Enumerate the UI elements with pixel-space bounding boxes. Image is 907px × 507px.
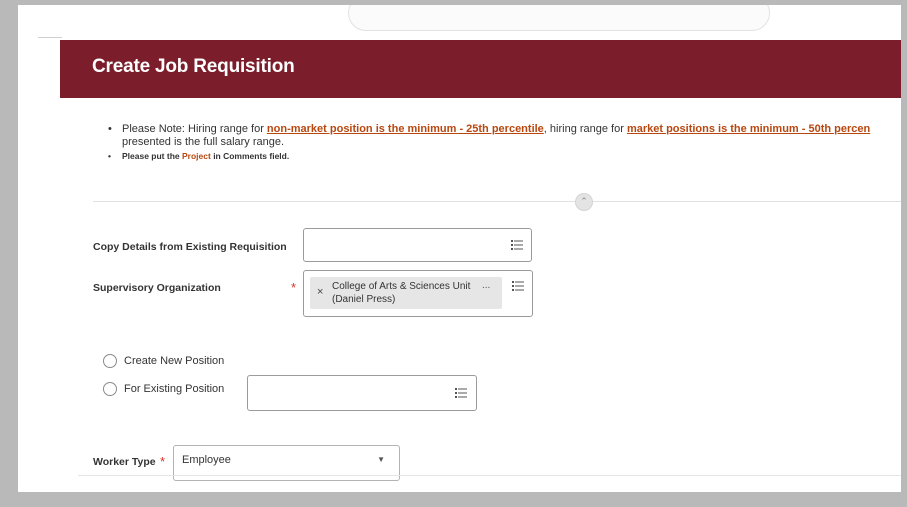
note-text: Please Note: Hiring range for — [122, 123, 267, 135]
note-project: Please put the Project in Comments field… — [108, 150, 898, 163]
copy-details-label: Copy Details from Existing Requisition — [93, 241, 287, 253]
copy-details-input[interactable] — [303, 228, 532, 262]
top-search-bar[interactable] — [348, 5, 770, 31]
divider — [38, 37, 62, 38]
existing-position-input[interactable] — [247, 375, 477, 411]
worker-type-value: Employee — [182, 454, 231, 466]
chevron-up-icon[interactable]: ⌃ — [575, 193, 593, 211]
note-hiring-range: Please Note: Hiring range for non-market… — [108, 123, 898, 149]
worker-type-label: Worker Type — [93, 456, 156, 468]
chip-label: College of Arts & Sciences Unit (Daniel … — [332, 281, 471, 305]
selected-org-chip[interactable]: × College of Arts & Sciences Unit (Danie… — [310, 277, 502, 309]
existing-position-radio[interactable] — [103, 382, 117, 396]
non-market-link[interactable]: non-market position is the minimum - 25t… — [267, 123, 544, 135]
market-link[interactable]: market positions is the minimum - 50th p… — [627, 123, 870, 135]
more-icon[interactable]: ... — [482, 280, 490, 291]
supervisory-org-label: Supervisory Organization — [93, 282, 221, 294]
supervisory-org-input[interactable]: × College of Arts & Sciences Unit (Danie… — [303, 270, 533, 317]
divider — [78, 475, 901, 476]
note-text: presented is the full salary range. — [122, 136, 285, 148]
instructions: Please Note: Hiring range for non-market… — [108, 123, 898, 163]
required-marker: * — [291, 280, 297, 295]
page-title: Create Job Requisition — [92, 56, 295, 77]
note-text: , hiring range for — [543, 123, 627, 135]
existing-position-label: For Existing Position — [124, 383, 225, 395]
required-marker: * — [160, 454, 166, 469]
project-highlight: Project — [182, 151, 211, 161]
note-text: in Comments field. — [210, 151, 290, 161]
chevron-down-icon[interactable]: ▼ — [377, 455, 385, 464]
section-divider — [93, 201, 901, 202]
create-new-position-radio[interactable] — [103, 354, 117, 368]
create-new-position-label: Create New Position — [124, 355, 225, 367]
note-text: Please put the — [122, 151, 182, 161]
close-icon[interactable]: × — [317, 286, 323, 298]
page-header: Create Job Requisition — [60, 40, 901, 98]
list-icon[interactable] — [455, 388, 467, 398]
app-frame: Create Job Requisition Please Note: Hiri… — [18, 5, 901, 492]
list-icon[interactable] — [511, 240, 523, 250]
list-icon[interactable] — [512, 281, 524, 291]
